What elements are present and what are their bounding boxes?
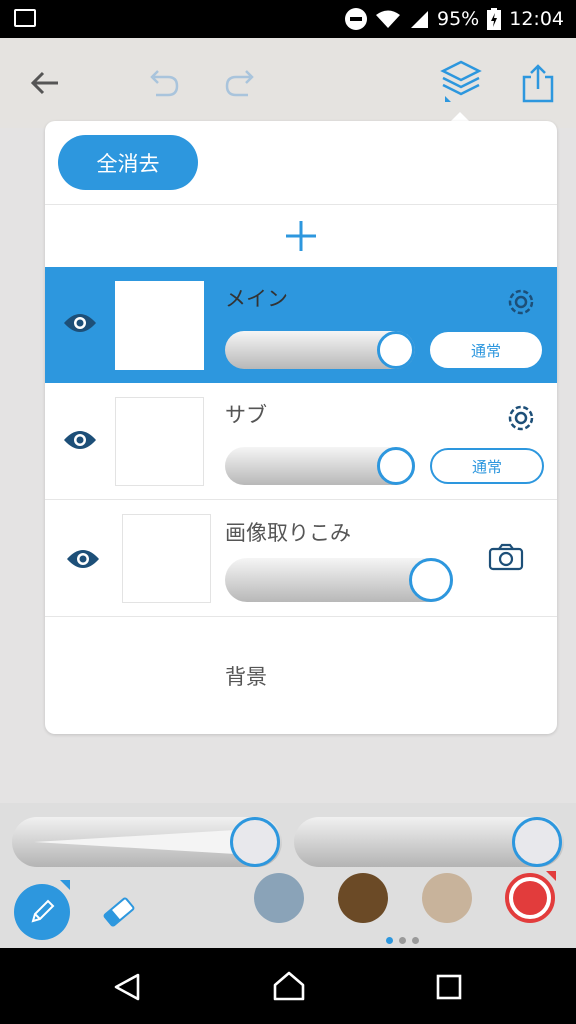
corner-indicator: [546, 871, 556, 881]
system-nav-bar: [0, 948, 576, 1024]
settings-gear-icon[interactable]: [504, 285, 538, 319]
pencil-icon: [31, 899, 55, 923]
page-dot: [399, 937, 406, 944]
dnd-icon: [345, 8, 367, 30]
layer-panel: 全消去 メイン 通常 サブ 通常 画像取りこみ 背景: [45, 121, 557, 734]
app-bar: [0, 38, 576, 128]
layer-thumbnail: [115, 397, 204, 486]
settings-gear-icon[interactable]: [504, 401, 538, 435]
layer-name: 背景: [225, 665, 267, 689]
slider-knob[interactable]: [230, 817, 280, 867]
color-swatch[interactable]: [254, 873, 304, 923]
brush-opacity-slider[interactable]: [294, 817, 564, 867]
signal-icon: [411, 11, 428, 28]
page-indicator: [386, 937, 419, 944]
layer-row-background[interactable]: 背景: [45, 617, 557, 734]
battery-level: 95%: [437, 8, 480, 30]
layer-opacity-slider[interactable]: [225, 331, 415, 369]
layers-icon[interactable]: [436, 56, 486, 106]
layer-opacity-slider[interactable]: [225, 558, 453, 602]
home-icon[interactable]: [272, 970, 306, 1002]
pencil-tool-button[interactable]: [14, 884, 70, 940]
battery-charging-icon: [487, 8, 502, 30]
eraser-tool-button[interactable]: [96, 889, 142, 935]
brush-size-slider[interactable]: [12, 817, 282, 867]
share-icon[interactable]: [516, 60, 560, 106]
layer-row-image-import[interactable]: 画像取りこみ: [45, 500, 557, 616]
slider-knob[interactable]: [377, 447, 415, 485]
redo-icon[interactable]: [218, 60, 264, 106]
blend-mode-button[interactable]: 通常: [430, 332, 542, 368]
layer-name: サブ: [225, 403, 267, 427]
layer-opacity-slider[interactable]: [225, 447, 415, 485]
clock: 12:04: [509, 8, 564, 30]
layer-name: メイン: [225, 287, 288, 311]
corner-indicator: [60, 880, 70, 890]
page-dot: [412, 937, 419, 944]
wifi-icon: [376, 10, 400, 28]
eye-icon[interactable]: [63, 428, 97, 452]
eye-icon[interactable]: [66, 547, 100, 571]
undo-icon[interactable]: [140, 60, 186, 106]
back-triangle-icon[interactable]: [112, 972, 142, 1002]
slider-knob[interactable]: [377, 331, 415, 369]
blend-mode-button[interactable]: 通常: [430, 448, 544, 484]
slider-knob[interactable]: [409, 558, 453, 602]
plus-icon: [286, 220, 316, 251]
page-dot: [386, 937, 393, 944]
tool-bar: [0, 803, 576, 948]
layer-thumbnail: [115, 281, 204, 370]
recents-icon[interactable]: [436, 974, 462, 1000]
eraser-icon: [103, 897, 135, 927]
layer-name: 画像取りこみ: [225, 521, 351, 545]
clear-all-button[interactable]: 全消去: [58, 135, 198, 190]
status-bar: 95% 12:04: [0, 0, 576, 38]
layer-thumbnail: [122, 514, 211, 603]
image-icon: [14, 9, 36, 27]
layer-row-sub[interactable]: サブ 通常: [45, 383, 557, 499]
color-swatch[interactable]: [338, 873, 388, 923]
add-layer-button[interactable]: [45, 204, 557, 267]
color-swatch[interactable]: [422, 873, 472, 923]
camera-icon[interactable]: [488, 542, 524, 572]
back-arrow-icon[interactable]: [22, 60, 68, 106]
layer-row-main[interactable]: メイン 通常: [45, 267, 557, 383]
eye-icon[interactable]: [63, 311, 97, 335]
slider-knob[interactable]: [512, 817, 562, 867]
